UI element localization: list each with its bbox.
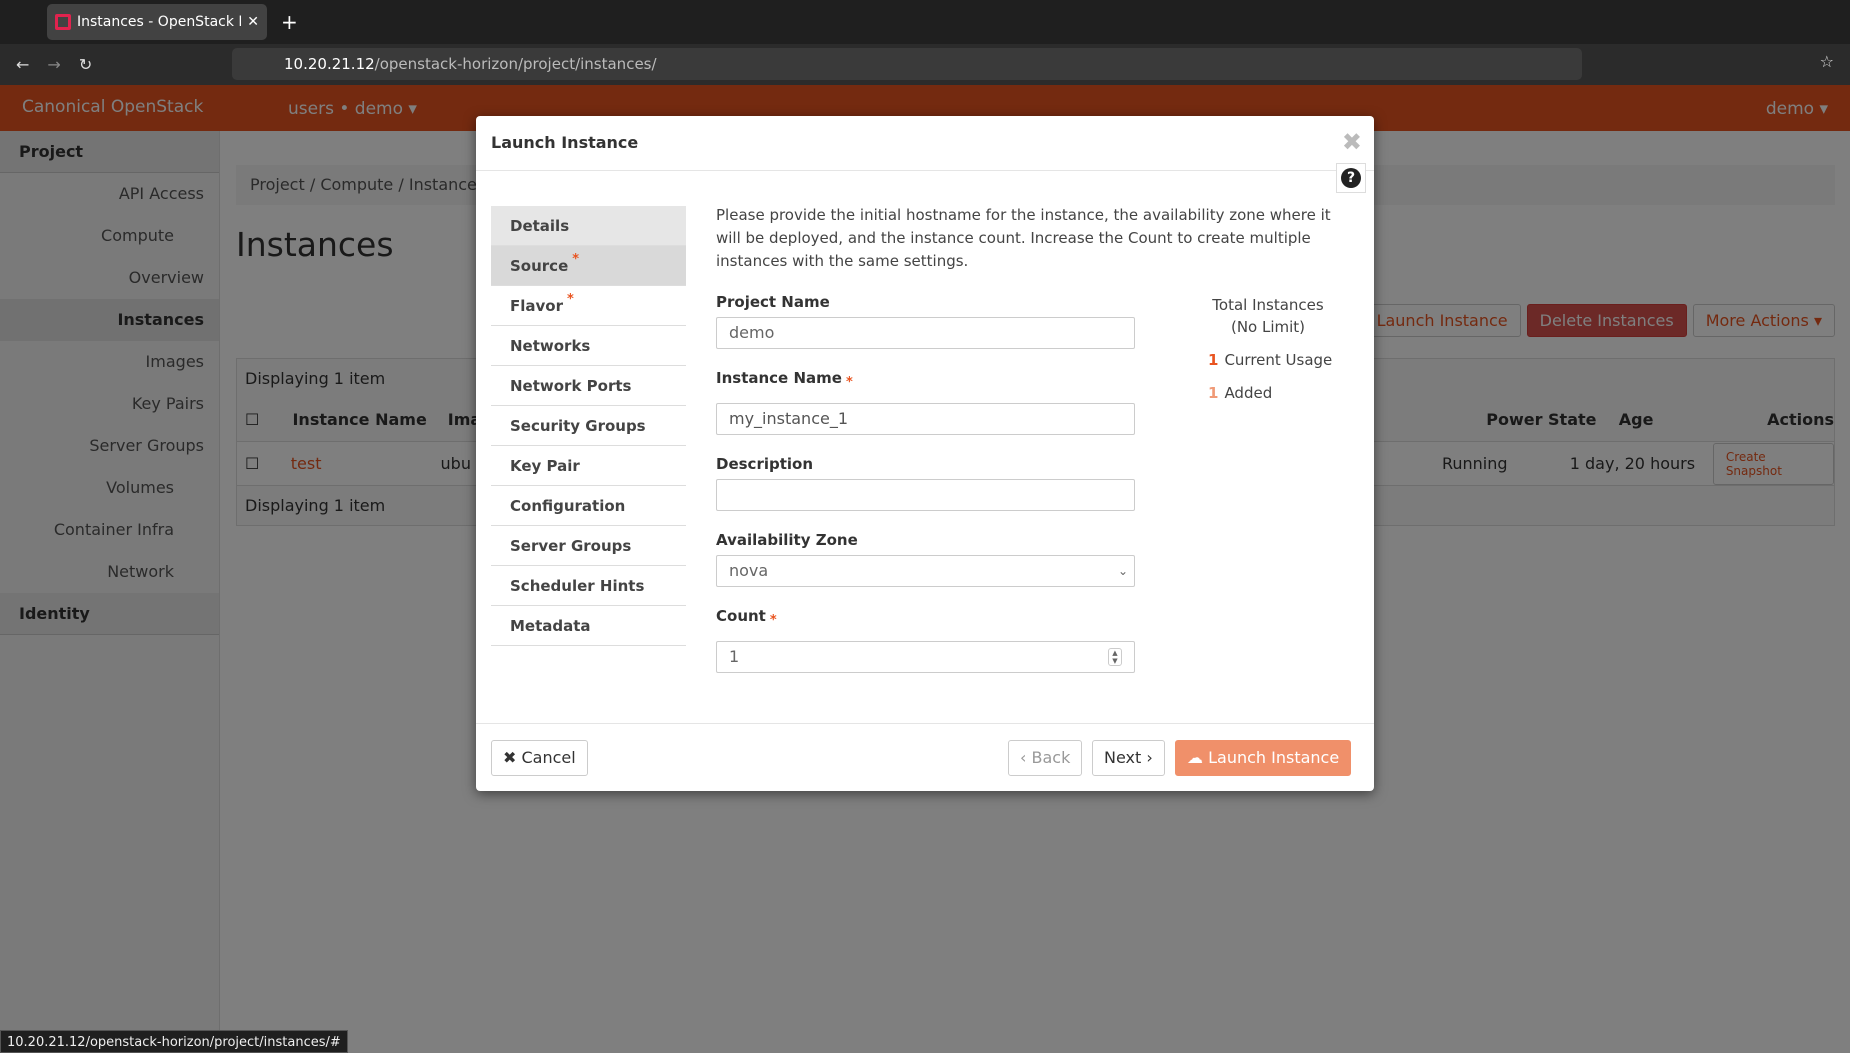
project-name-field[interactable]: demo	[716, 317, 1135, 349]
details-form: Please provide the initial hostname for …	[716, 204, 1344, 673]
count-label: Count	[716, 607, 766, 625]
next-button[interactable]: Next ›	[1092, 740, 1165, 776]
instance-quota: Total Instances (No Limit) 1 Current Usage…	[1208, 294, 1332, 404]
availability-zone-label: Availability Zone	[716, 531, 858, 549]
availability-zone-select[interactable]: nova ⌄	[716, 555, 1135, 587]
step-label: Configuration	[510, 497, 626, 515]
openstack-favicon-icon	[55, 14, 71, 30]
form-description: Please provide the initial hostname for …	[716, 206, 1331, 270]
help-button[interactable]: ?	[1336, 163, 1366, 193]
step-label: Server Groups	[510, 537, 632, 555]
new-tab-icon[interactable]: +	[281, 10, 298, 34]
close-icon[interactable]: ✖	[1342, 128, 1362, 156]
launch-instance-submit[interactable]: ☁ Launch Instance	[1175, 740, 1352, 776]
step-label: Network Ports	[510, 377, 632, 395]
step-label: Details	[510, 217, 570, 235]
browser-tab[interactable]: Instances - OpenStack Da ✕	[47, 4, 267, 40]
count-value: 1	[729, 647, 740, 666]
quota-added: 1	[1208, 384, 1219, 402]
step-label: Security Groups	[510, 417, 646, 435]
wizard-step-server-groups[interactable]: Server Groups	[491, 526, 686, 566]
step-label: Networks	[510, 337, 591, 355]
step-label: Scheduler Hints	[510, 577, 645, 595]
wizard-step-metadata[interactable]: Metadata	[491, 606, 686, 646]
tab-title: Instances - OpenStack Da	[77, 14, 242, 30]
spinner-icon[interactable]: ▲ ▼	[1108, 648, 1122, 666]
launch-instance-modal: Launch Instance ✖ ? Details Source * Flavor…	[476, 116, 1374, 791]
step-label: Key Pair	[510, 457, 580, 475]
quota-current: 1	[1208, 351, 1219, 369]
wizard-step-source[interactable]: Source *	[491, 246, 686, 286]
close-tab-icon[interactable]: ✕	[247, 14, 259, 30]
back-icon[interactable]: ←	[16, 55, 29, 74]
quota-added-label: Added	[1224, 384, 1273, 402]
count-stepper[interactable]: 1 ▲ ▼	[716, 641, 1135, 673]
reload-icon[interactable]: ↻	[79, 55, 92, 74]
wizard-nav: Details Source * Flavor * Networks Network Por…	[491, 206, 686, 646]
wizard-step-flavor[interactable]: Flavor *	[491, 286, 686, 326]
status-bar-url: 10.20.21.12/openstack-horizon/project/in…	[0, 1030, 348, 1053]
wizard-step-security-groups[interactable]: Security Groups	[491, 406, 686, 446]
step-label: Flavor	[510, 297, 563, 315]
browser-tab-bar: Instances - OpenStack Da ✕ +	[0, 0, 1850, 44]
quota-title: Total Instances	[1212, 296, 1324, 314]
wizard-step-details[interactable]: Details	[491, 206, 686, 246]
wizard-step-networks[interactable]: Networks	[491, 326, 686, 366]
instance-name-input[interactable]: my_instance_1	[716, 403, 1135, 435]
bookmark-star-icon[interactable]: ☆	[1820, 52, 1834, 71]
modal-title: Launch Instance	[476, 116, 1374, 171]
quota-limit: (No Limit)	[1230, 318, 1306, 336]
url-path: /openstack-horizon/project/instances/	[374, 55, 657, 73]
az-value: nova	[729, 561, 769, 580]
modal-footer: ✖ Cancel ‹ Back Next › ☁ Launch Instance	[476, 723, 1374, 791]
wizard-step-network-ports[interactable]: Network Ports	[491, 366, 686, 406]
description-input[interactable]	[716, 479, 1135, 511]
wizard-step-key-pair[interactable]: Key Pair	[491, 446, 686, 486]
url-host: 10.20.21.12	[284, 55, 375, 73]
help-icon: ?	[1341, 168, 1361, 188]
wizard-step-configuration[interactable]: Configuration	[491, 486, 686, 526]
wizard-step-scheduler-hints[interactable]: Scheduler Hints	[491, 566, 686, 606]
quota-current-label: Current Usage	[1224, 351, 1333, 369]
instance-name-label: Instance Name	[716, 369, 842, 387]
chevron-down-icon: ⌄	[1117, 564, 1128, 578]
required-marker: *	[572, 252, 580, 267]
description-label: Description	[716, 455, 814, 473]
url-bar[interactable]: 10.20.21.12/openstack-horizon/project/in…	[232, 48, 1582, 80]
required-marker: *	[567, 292, 574, 307]
step-label: Source	[510, 257, 569, 275]
back-button[interactable]: ‹ Back	[1008, 740, 1083, 776]
cancel-button[interactable]: ✖ Cancel	[491, 740, 588, 776]
forward-icon[interactable]: →	[47, 55, 60, 74]
step-label: Metadata	[510, 617, 591, 635]
